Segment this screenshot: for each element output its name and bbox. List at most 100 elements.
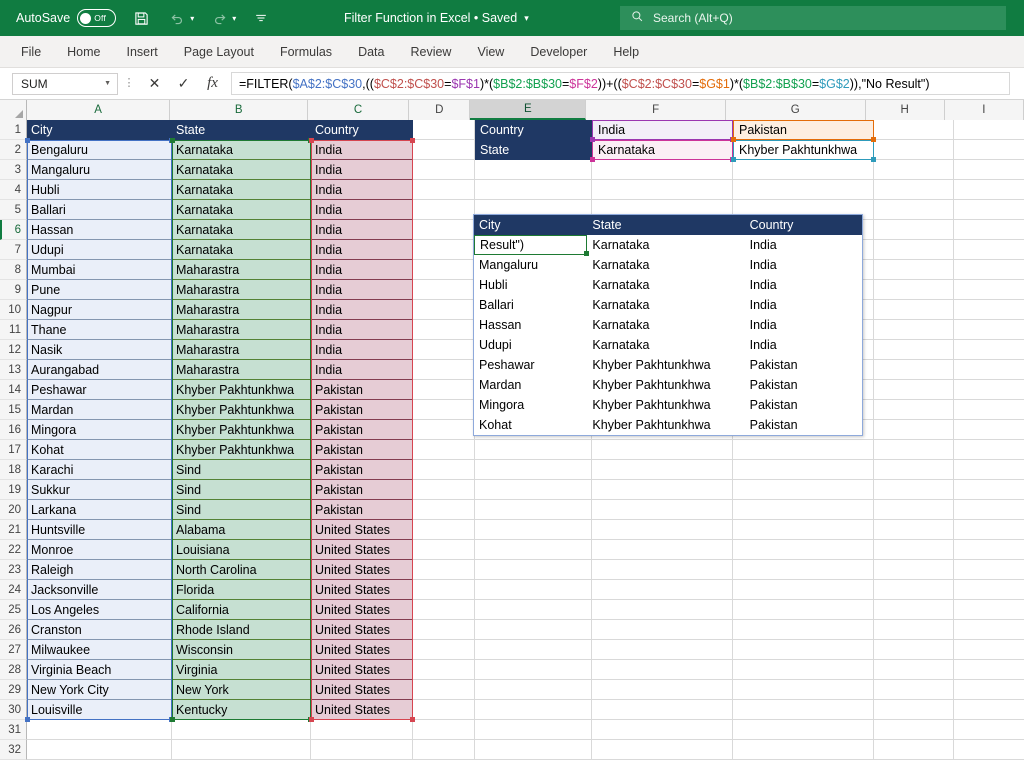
result-cell[interactable]: Mingora [474, 395, 587, 415]
grid-cell[interactable] [311, 720, 413, 740]
source-data-cell[interactable]: United States [311, 560, 413, 580]
source-data-cell[interactable]: India [311, 200, 413, 220]
row-header-28[interactable]: 28 [0, 660, 27, 680]
grid-cell[interactable] [475, 700, 592, 720]
grid-cell[interactable] [413, 560, 475, 580]
grid-cell[interactable] [874, 640, 954, 660]
source-data-cell[interactable]: Wisconsin [172, 640, 311, 660]
result-cell[interactable]: Kohat [474, 415, 587, 435]
result-active-cell-handle[interactable] [584, 251, 589, 256]
result-cell[interactable]: Ballari [474, 295, 587, 315]
source-data-cell[interactable]: Sind [172, 480, 311, 500]
grid-cell[interactable] [733, 680, 874, 700]
row-header-2[interactable]: 2 [0, 140, 27, 160]
source-data-cell[interactable]: Louisville [27, 700, 172, 720]
result-cell[interactable]: Khyber Pakhtunkhwa [587, 395, 744, 415]
column-header-D[interactable]: D [409, 100, 470, 120]
source-data-cell[interactable]: Raleigh [27, 560, 172, 580]
grid-cell[interactable] [413, 740, 475, 760]
source-data-cell[interactable]: India [311, 340, 413, 360]
grid-cell[interactable] [475, 720, 592, 740]
tab-data[interactable]: Data [345, 40, 397, 64]
grid-cell[interactable] [413, 620, 475, 640]
grid-cell[interactable] [592, 640, 733, 660]
source-data-cell[interactable]: Kentucky [172, 700, 311, 720]
grid-cell[interactable] [874, 220, 954, 240]
source-data-cell[interactable]: India [311, 220, 413, 240]
row-header-16[interactable]: 16 [0, 420, 27, 440]
grid-cell[interactable] [954, 440, 1024, 460]
source-data-cell[interactable]: Karnataka [172, 240, 311, 260]
grid-cell[interactable] [874, 580, 954, 600]
grid-cell[interactable] [413, 440, 475, 460]
criteria-range-handle[interactable] [590, 137, 595, 142]
source-data-cell[interactable]: Larkana [27, 500, 172, 520]
grid-cell[interactable] [954, 720, 1024, 740]
source-data-cell[interactable]: Milwaukee [27, 640, 172, 660]
grid-cell[interactable] [413, 360, 475, 380]
result-cell[interactable]: India [745, 235, 862, 255]
row-header-29[interactable]: 29 [0, 680, 27, 700]
grid-cell[interactable] [954, 520, 1024, 540]
source-data-cell[interactable]: Bengaluru [27, 140, 172, 160]
grid-cell[interactable] [733, 500, 874, 520]
result-cell[interactable]: Karnataka [587, 335, 744, 355]
source-header-cell[interactable]: State [172, 120, 311, 140]
grid-cell[interactable] [413, 720, 475, 740]
result-cell[interactable]: Pakistan [745, 395, 862, 415]
result-cell[interactable]: Peshawar [474, 355, 587, 375]
source-data-cell[interactable]: India [311, 160, 413, 180]
source-data-cell[interactable]: Pakistan [311, 380, 413, 400]
grid-cell[interactable] [413, 260, 475, 280]
grid-cell[interactable] [413, 160, 475, 180]
grid-cell[interactable] [413, 460, 475, 480]
source-data-cell[interactable]: Maharastra [172, 320, 311, 340]
grid-cell[interactable] [592, 160, 733, 180]
grid-cell[interactable] [874, 660, 954, 680]
range-handle[interactable] [170, 138, 175, 143]
source-data-cell[interactable]: Mardan [27, 400, 172, 420]
grid-cell[interactable] [592, 440, 733, 460]
source-data-cell[interactable]: Virginia Beach [27, 660, 172, 680]
tab-formulas[interactable]: Formulas [267, 40, 345, 64]
grid-cell[interactable] [592, 620, 733, 640]
criteria-value-f1-country[interactable]: India [592, 120, 733, 140]
grid-cell[interactable] [874, 420, 954, 440]
customize-quick-access-icon[interactable] [250, 7, 272, 29]
source-data-cell[interactable]: Aurangabad [27, 360, 172, 380]
row-header-10[interactable]: 10 [0, 300, 27, 320]
source-data-cell[interactable]: Alabama [172, 520, 311, 540]
source-data-cell[interactable]: Mangaluru [27, 160, 172, 180]
grid-cell[interactable] [733, 620, 874, 640]
grid-cell[interactable] [954, 320, 1024, 340]
row-header-32[interactable]: 32 [0, 740, 27, 760]
source-data-cell[interactable]: Nasik [27, 340, 172, 360]
name-box-expand-icon[interactable]: ⋮ [118, 78, 140, 89]
range-handle[interactable] [410, 717, 415, 722]
source-header-cell[interactable]: City [27, 120, 172, 140]
row-header-13[interactable]: 13 [0, 360, 27, 380]
result-cell[interactable]: India [745, 255, 862, 275]
source-data-cell[interactable]: Jacksonville [27, 580, 172, 600]
source-data-cell[interactable]: Pune [27, 280, 172, 300]
result-cell[interactable]: Mangaluru [474, 255, 587, 275]
grid-cell[interactable] [874, 680, 954, 700]
grid-cell[interactable] [954, 420, 1024, 440]
grid-cell[interactable] [475, 580, 592, 600]
row-header-12[interactable]: 12 [0, 340, 27, 360]
row-header-27[interactable]: 27 [0, 640, 27, 660]
grid-cell[interactable] [733, 600, 874, 620]
row-header-15[interactable]: 15 [0, 400, 27, 420]
source-data-cell[interactable]: United States [311, 600, 413, 620]
grid-cell[interactable] [413, 660, 475, 680]
source-data-cell[interactable]: Pakistan [311, 460, 413, 480]
grid-cell[interactable] [475, 180, 592, 200]
grid-cell[interactable] [27, 720, 172, 740]
source-data-cell[interactable]: Hubli [27, 180, 172, 200]
range-handle[interactable] [309, 717, 314, 722]
row-header-6[interactable]: 6 [0, 220, 27, 240]
range-handle[interactable] [25, 717, 30, 722]
criteria-value-g2-state[interactable]: Khyber Pakhtunkhwa [733, 140, 874, 160]
source-data-cell[interactable]: Khyber Pakhtunkhwa [172, 400, 311, 420]
result-cell[interactable]: India [745, 295, 862, 315]
